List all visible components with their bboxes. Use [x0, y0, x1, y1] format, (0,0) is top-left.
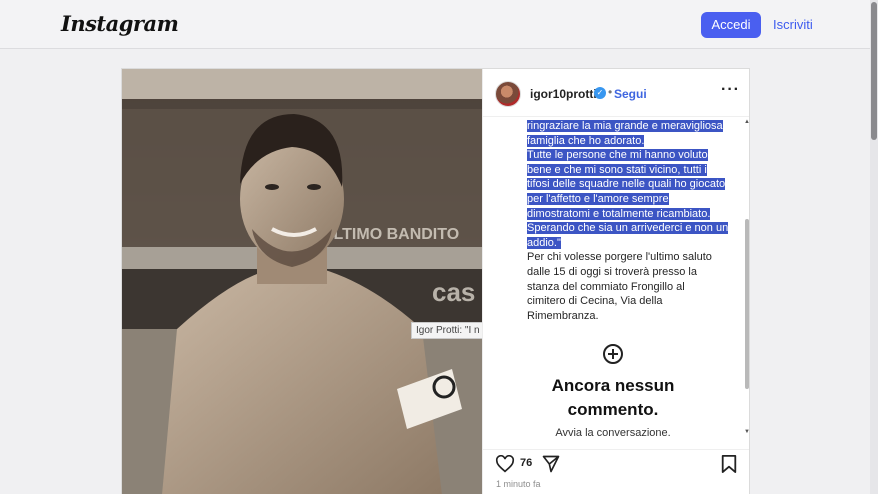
post-side-panel: igor10protti ✓ • Segui ··· ringraziare l…: [482, 69, 749, 494]
post-timestamp: 1 minuto fa: [496, 479, 541, 489]
caption-line: cimitero di Cecina, Via della: [527, 295, 663, 308]
no-comments-title: Ancora nessun commento.: [551, 376, 675, 419]
caption-line: Tutte le persone che mi hanno voluto: [527, 149, 708, 162]
more-options-icon[interactable]: ···: [721, 81, 740, 99]
page-scrollbar-thumb[interactable]: [871, 2, 877, 140]
caption-line: famiglia che ho adorato.: [527, 134, 645, 147]
top-bar: Instagram Accedi Iscriviti: [0, 0, 870, 49]
caption-line: bene e che mi sono stati vicino, tutti i: [527, 163, 707, 176]
follow-button[interactable]: Segui: [614, 87, 647, 101]
bookmark-icon[interactable]: [720, 454, 738, 474]
start-conversation-text: Avvia la conversazione.: [555, 427, 671, 439]
caption-line: per l'affetto e l'amore sempre: [527, 192, 669, 205]
caption-line: stanza del commiato Frongillo al: [527, 280, 685, 293]
heart-icon[interactable]: [495, 455, 515, 473]
instagram-logo[interactable]: Instagram: [61, 11, 179, 36]
page-scrollbar[interactable]: [870, 0, 878, 494]
svg-text:cas: cas: [432, 277, 475, 307]
avatar[interactable]: [495, 81, 521, 107]
caption-line: addio.": [527, 236, 561, 249]
post-card: ULTIMO BANDITO cas Igor Protti: "I n igo…: [121, 68, 750, 494]
caption-line: ringraziare la mia grande e meravigliosa: [527, 120, 723, 132]
scroll-down-icon[interactable]: ▼: [744, 429, 749, 435]
likes-count[interactable]: 76: [520, 457, 532, 469]
login-button[interactable]: Accedi: [701, 12, 761, 38]
caption-line: dalle 15 di oggi si troverà presso la: [527, 265, 697, 278]
caption-line: Rimembranza.: [527, 309, 599, 322]
player-photo-illustration: ULTIMO BANDITO cas: [122, 69, 482, 494]
photo-tooltip: Igor Protti: "I n: [411, 322, 482, 339]
svg-text:ULTIMO BANDITO: ULTIMO BANDITO: [322, 226, 459, 243]
username-link[interactable]: igor10protti: [530, 87, 597, 101]
share-icon[interactable]: [541, 454, 561, 474]
post-photo[interactable]: ULTIMO BANDITO cas Igor Protti: "I n: [122, 69, 482, 494]
caption-line: tifosi delle squadre nelle quali ho gioc…: [527, 178, 726, 191]
separator-dot: •: [608, 85, 613, 99]
scroll-up-icon[interactable]: ▲: [744, 119, 749, 125]
post-caption: ringraziare la mia grande e meravigliosa…: [527, 119, 742, 323]
signup-link[interactable]: Iscriviti: [773, 12, 813, 38]
verified-badge-icon: ✓: [594, 87, 606, 99]
caption-line: Per chi volesse porgere l'ultimo saluto: [527, 251, 712, 264]
caption-line: dimostratomi e totalmente ricambiato.: [527, 207, 711, 220]
post-actions: 76 1 minuto fa: [483, 449, 749, 494]
add-comment-icon[interactable]: [603, 344, 623, 364]
post-header: igor10protti ✓ • Segui ···: [483, 69, 749, 117]
caption-line: Sperando che sia un arrivederci e non un: [527, 222, 729, 235]
comments-scrollbar[interactable]: ▲ ▼: [744, 119, 749, 437]
comments-scrollbar-thumb[interactable]: [745, 219, 749, 389]
